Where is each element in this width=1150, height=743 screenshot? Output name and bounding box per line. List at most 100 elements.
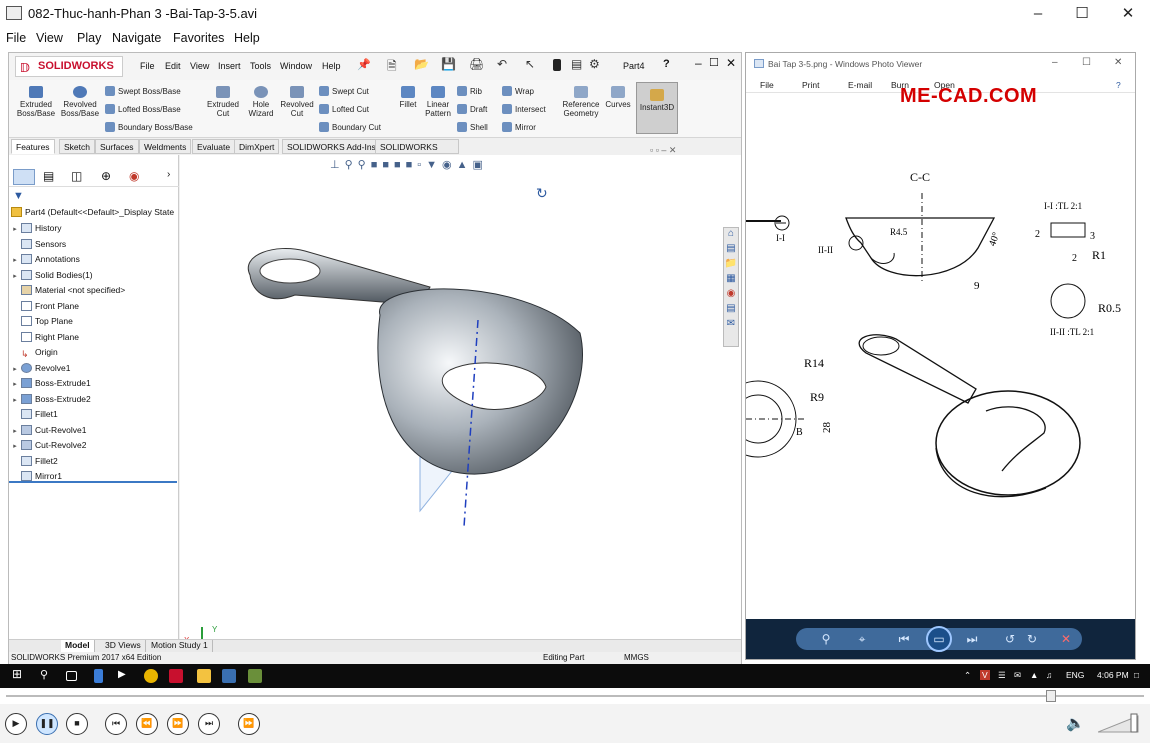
fast-forward-button[interactable]: ⏩ — [167, 713, 189, 735]
file-properties-icon[interactable]: ▤ — [571, 57, 582, 71]
tab-sketch[interactable]: Sketch — [59, 139, 95, 154]
tray-clock[interactable]: 4:06 PM — [1097, 670, 1129, 680]
media-taskbar-icon[interactable] — [248, 669, 262, 683]
tree-item-origin[interactable]: ↳ Origin — [9, 345, 58, 359]
drawing-image[interactable]: C-C I-I II-II R4.5 40° 9 I-I :TL 2:1 2 3… — [719, 153, 1135, 623]
tree-item-cut-revolve1[interactable]: ▸ Cut-Revolve1 — [9, 423, 87, 437]
sw-restore-icon[interactable]: ☐ — [709, 56, 719, 69]
menu-view[interactable]: View — [36, 31, 63, 45]
expand-icon[interactable]: ▸ — [9, 440, 21, 454]
custom-properties-icon[interactable]: ▤ — [724, 303, 738, 318]
extruded-cut-button[interactable]: Extruded Cut — [205, 86, 241, 118]
help-question-icon[interactable]: ? — [663, 58, 670, 70]
tree-item-top-plane[interactable]: Top Plane — [9, 314, 73, 328]
sw-menu-help[interactable]: Help — [322, 61, 341, 71]
tree-item-front-plane[interactable]: Front Plane — [9, 299, 79, 313]
tab-evaluate[interactable]: Evaluate — [192, 139, 236, 154]
tree-item-revolve1[interactable]: ▸ Revolve1 — [9, 361, 70, 375]
next-track-button[interactable]: ⏭ — [198, 713, 220, 735]
appearances-icon[interactable]: ◉ — [724, 288, 738, 303]
extruded-boss-button[interactable]: Extruded Boss/Base — [15, 86, 57, 118]
linear-pattern-button[interactable]: Linear Pattern — [423, 86, 453, 118]
tray-chevron-icon[interactable]: ⌃ — [964, 670, 971, 681]
forum-icon[interactable]: ✉ — [724, 318, 738, 333]
volume-slider[interactable] — [1098, 712, 1142, 734]
expand-icon[interactable]: ▸ — [9, 223, 21, 237]
tree-item-annotations[interactable]: ▸ Annotations — [9, 252, 80, 266]
swept-cut-button[interactable]: Swept Cut — [319, 86, 369, 96]
tree-root-part[interactable]: Part4 (Default<<Default>_Display State — [11, 205, 174, 219]
dimxpert-tab-icon[interactable]: ⊕ — [101, 169, 111, 183]
tray-chat-icon[interactable]: ✉ — [1014, 670, 1021, 681]
boundary-boss-button[interactable]: Boundary Boss/Base — [105, 122, 193, 132]
curves-button[interactable]: Curves — [603, 86, 633, 109]
hole-wizard-button[interactable]: Hole Wizard — [243, 86, 279, 118]
open-folder-icon[interactable]: 📂 — [414, 57, 429, 71]
search-icon[interactable]: ⚲ — [40, 668, 54, 682]
seek-handle[interactable] — [1046, 690, 1056, 702]
seek-bar[interactable] — [0, 688, 1150, 704]
pv-minimize-icon[interactable]: – — [1052, 57, 1058, 68]
new-file-icon[interactable]: 🗎 — [387, 57, 397, 78]
reference-geometry-button[interactable]: Reference Geometry — [561, 86, 601, 118]
tab-model[interactable]: Model — [61, 640, 95, 652]
draft-button[interactable]: Draft — [457, 104, 487, 114]
chevron-right-icon[interactable]: › — [167, 169, 170, 180]
sw-menu-insert[interactable]: Insert — [218, 61, 241, 71]
seek-track[interactable] — [6, 695, 1144, 697]
traffic-light-icon[interactable] — [553, 59, 561, 71]
previous-icon[interactable]: ⏮ — [896, 631, 912, 647]
file-explorer-icon[interactable]: 📁 — [724, 258, 738, 273]
tab-dimxpert[interactable]: DimXpert — [234, 139, 280, 154]
feature-tree-tab-icon[interactable] — [13, 169, 35, 185]
next-icon[interactable]: ⏭ — [964, 631, 980, 647]
tree-item-material[interactable]: Material <not specified> — [9, 283, 125, 297]
sw-menu-tools[interactable]: Tools — [250, 61, 271, 71]
pv-menu-file[interactable]: File — [760, 80, 774, 90]
pv-close-icon[interactable]: ✕ — [1114, 57, 1122, 68]
photos-taskbar-icon[interactable] — [222, 669, 236, 683]
pin-icon[interactable]: 📌 — [357, 58, 371, 71]
tray-wifi-icon[interactable]: ▲ — [1030, 670, 1038, 680]
lofted-boss-button[interactable]: Lofted Boss/Base — [105, 104, 181, 114]
expand-icon[interactable]: ▸ — [9, 270, 21, 284]
menu-play[interactable]: Play — [77, 31, 101, 45]
delete-icon[interactable]: ✕ — [1058, 631, 1074, 647]
tree-item-solid-bodies[interactable]: ▸ Solid Bodies(1) — [9, 268, 93, 282]
print-icon[interactable]: 🖨 — [469, 57, 484, 71]
pv-help-icon[interactable]: ? — [1116, 80, 1121, 90]
resources-home-icon[interactable]: ⌂ — [724, 228, 738, 243]
part-model[interactable] — [180, 155, 741, 645]
tree-item-sensors[interactable]: Sensors — [9, 237, 66, 251]
pv-menu-print[interactable]: Print — [802, 80, 819, 90]
sw-menu-window[interactable]: Window — [280, 61, 312, 71]
revolved-cut-button[interactable]: Revolved Cut — [279, 86, 315, 118]
expand-icon[interactable]: ▸ — [9, 254, 21, 268]
tray-network-icon[interactable]: ☰ — [998, 670, 1006, 681]
tab-surfaces[interactable]: Surfaces — [95, 139, 139, 154]
configuration-tab-icon[interactable]: ◫ — [71, 169, 82, 183]
graphics-area[interactable]: ⊥⚲⚲■■■■▫▼◉▲▣ ▫ ▫ – ✕ ↻ Y ⌂ ▤ 📁 ▦ ◉ ▤ ✉ — [180, 145, 741, 645]
pause-button[interactable]: ❚❚ — [36, 713, 58, 735]
tab-addins[interactable]: SOLIDWORKS Add-Ins — [282, 139, 381, 154]
lofted-cut-button[interactable]: Lofted Cut — [319, 104, 369, 114]
step-frame-button[interactable]: ⏩ — [238, 713, 260, 735]
tab-mbd[interactable]: SOLIDWORKS MBD — [375, 139, 459, 166]
menu-favorites[interactable]: Favorites — [173, 31, 224, 45]
tree-item-mirror1[interactable]: Mirror1 — [9, 469, 177, 483]
task-view-icon[interactable] — [66, 671, 77, 681]
volume-icon[interactable]: 🔈 — [1066, 714, 1085, 732]
rotate-cw-icon[interactable]: ↻ — [1024, 631, 1040, 647]
expand-icon[interactable]: ▸ — [9, 378, 21, 392]
taskbar-app-icon[interactable] — [94, 669, 103, 683]
tree-item-fillet1[interactable]: Fillet1 — [9, 407, 58, 421]
minimize-icon[interactable]: – — [1028, 4, 1048, 24]
sw-menu-edit[interactable]: Edit — [165, 61, 181, 71]
tab-weldments[interactable]: Weldments — [139, 139, 192, 154]
menu-help[interactable]: Help — [234, 31, 260, 45]
intersect-button[interactable]: Intersect — [502, 104, 546, 114]
view-palette-icon[interactable]: ▦ — [724, 273, 738, 288]
select-cursor-icon[interactable]: ↖ — [525, 57, 535, 71]
notifications-icon[interactable]: □ — [1134, 670, 1139, 680]
stop-button[interactable]: ■ — [66, 713, 88, 735]
